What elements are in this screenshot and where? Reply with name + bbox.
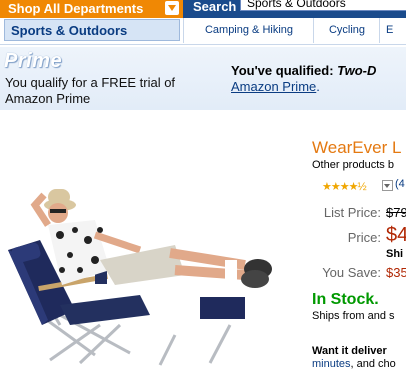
store-tab-sports-outdoors[interactable]: Sports & Outdoors <box>4 19 180 41</box>
shipping-note: Shi <box>386 248 404 260</box>
chevron-down-icon <box>165 1 179 15</box>
prime-logo: Prime <box>4 50 63 72</box>
stock-status: In Stock. <box>312 291 379 308</box>
top-header: Shop All Departments Search Sports & Out… <box>0 0 406 18</box>
review-count-link[interactable]: (4 <box>395 178 405 190</box>
product-image[interactable] <box>0 175 290 370</box>
qualified-message: You've qualified: Two-D <box>231 63 376 78</box>
prime-link-suffix: . <box>316 79 320 94</box>
rating-stars[interactable]: ★★★★½ <box>322 180 367 193</box>
list-price-value: $79 <box>386 205 406 220</box>
delivery-minutes-link[interactable]: minutes <box>312 358 351 370</box>
other-products-by: Other products b <box>312 159 394 171</box>
search-label: Search <box>193 0 237 14</box>
ships-from-text: Ships from and s <box>312 310 395 322</box>
delivery-line: minutes, and cho <box>312 358 396 370</box>
delivery-rest: , and cho <box>350 358 396 370</box>
you-save-label: You Save: <box>322 265 381 280</box>
prime-trial-text: You qualify for a FREE trial of Amazon P… <box>5 75 176 106</box>
delivery-heading: Want it deliver <box>312 345 387 357</box>
price-label: Price: <box>347 230 381 245</box>
amazon-prime-link[interactable]: Amazon Prime <box>231 79 316 94</box>
price-value: $4 <box>386 224 406 246</box>
nav-link-camping-hiking[interactable]: Camping & Hiking <box>183 18 314 43</box>
chevron-down-icon[interactable] <box>382 180 393 191</box>
nav-link-more[interactable]: E <box>379 18 406 43</box>
prime-link-row: Amazon Prime. <box>231 79 320 94</box>
search-category-select[interactable]: Sports & Outdoors <box>240 0 406 11</box>
qualified-prefix: You've qualified: <box>231 63 338 78</box>
nav-link-cycling[interactable]: Cycling <box>313 18 380 43</box>
search-bar: Search Sports & Outdoors <box>183 0 406 18</box>
you-save-value: $35 <box>386 265 406 280</box>
departments-label: Shop All Departments <box>8 1 144 16</box>
qualified-emphasis: Two-D <box>337 63 377 78</box>
list-price-label: List Price: <box>323 205 381 220</box>
product-title[interactable]: WearEver L <box>312 138 401 158</box>
shop-all-departments-button[interactable]: Shop All Departments <box>0 0 183 18</box>
